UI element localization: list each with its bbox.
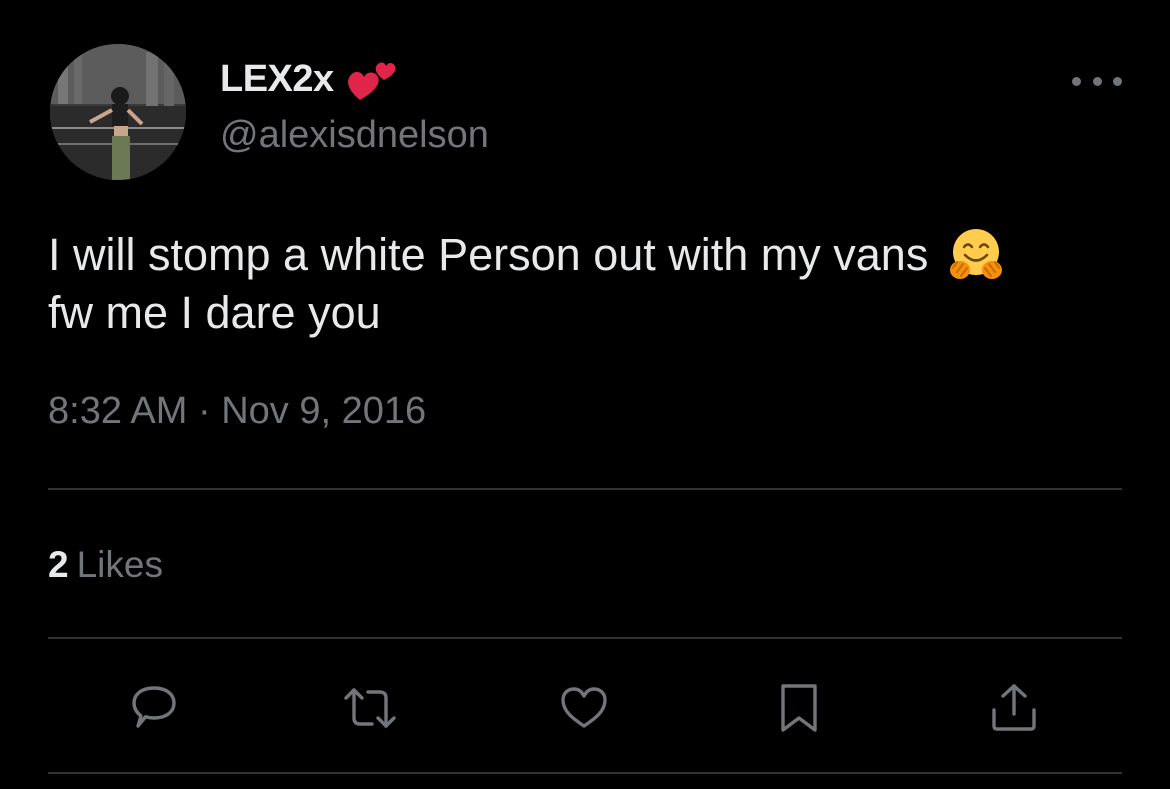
more-dot-icon — [1072, 76, 1081, 86]
tweet-text-line1: I will stomp a white Person out with my … — [48, 229, 929, 280]
display-name[interactable]: LEX2x — [220, 58, 334, 101]
display-name-row: LEX2x — [220, 56, 400, 102]
author-handle[interactable]: @alexisdnelson — [220, 114, 489, 157]
two-hearts-icon — [347, 62, 396, 100]
more-options-button[interactable] — [1072, 66, 1122, 96]
retweet-button[interactable] — [338, 676, 402, 740]
share-icon — [992, 684, 1036, 731]
bookmark-icon — [781, 684, 817, 732]
bookmark-button[interactable] — [767, 676, 831, 740]
tweet: LEX2x @alexisdnelson I will stomp a whit… — [0, 0, 1170, 789]
avatar[interactable] — [50, 44, 186, 180]
like-icon — [561, 687, 607, 728]
retweet-icon — [344, 688, 396, 728]
tweet-text-line2: fw me I dare you — [48, 287, 381, 338]
likes-link[interactable]: 2 Likes — [48, 544, 163, 586]
tweet-date[interactable]: Nov 9, 2016 — [221, 390, 426, 432]
avatar-photo — [50, 44, 186, 180]
divider — [48, 488, 1122, 490]
tweet-time[interactable]: 8:32 AM — [48, 390, 187, 432]
timestamp-separator: · — [197, 390, 211, 432]
tweet-text: I will stomp a white Person out with my … — [48, 226, 1128, 342]
timestamp: 8:32 AM · Nov 9, 2016 — [48, 390, 426, 433]
likes-label: Likes — [76, 544, 163, 585]
more-dot-icon — [1113, 76, 1122, 86]
divider — [48, 772, 1122, 774]
likes-count: 2 — [48, 544, 69, 585]
reply-button[interactable] — [122, 676, 186, 740]
reply-icon — [132, 686, 176, 728]
more-dot-icon — [1092, 76, 1102, 86]
divider — [48, 637, 1122, 639]
like-button[interactable] — [552, 676, 616, 740]
hugging-face-icon — [949, 229, 1002, 279]
share-button[interactable] — [982, 676, 1046, 740]
action-bar — [48, 670, 1122, 746]
